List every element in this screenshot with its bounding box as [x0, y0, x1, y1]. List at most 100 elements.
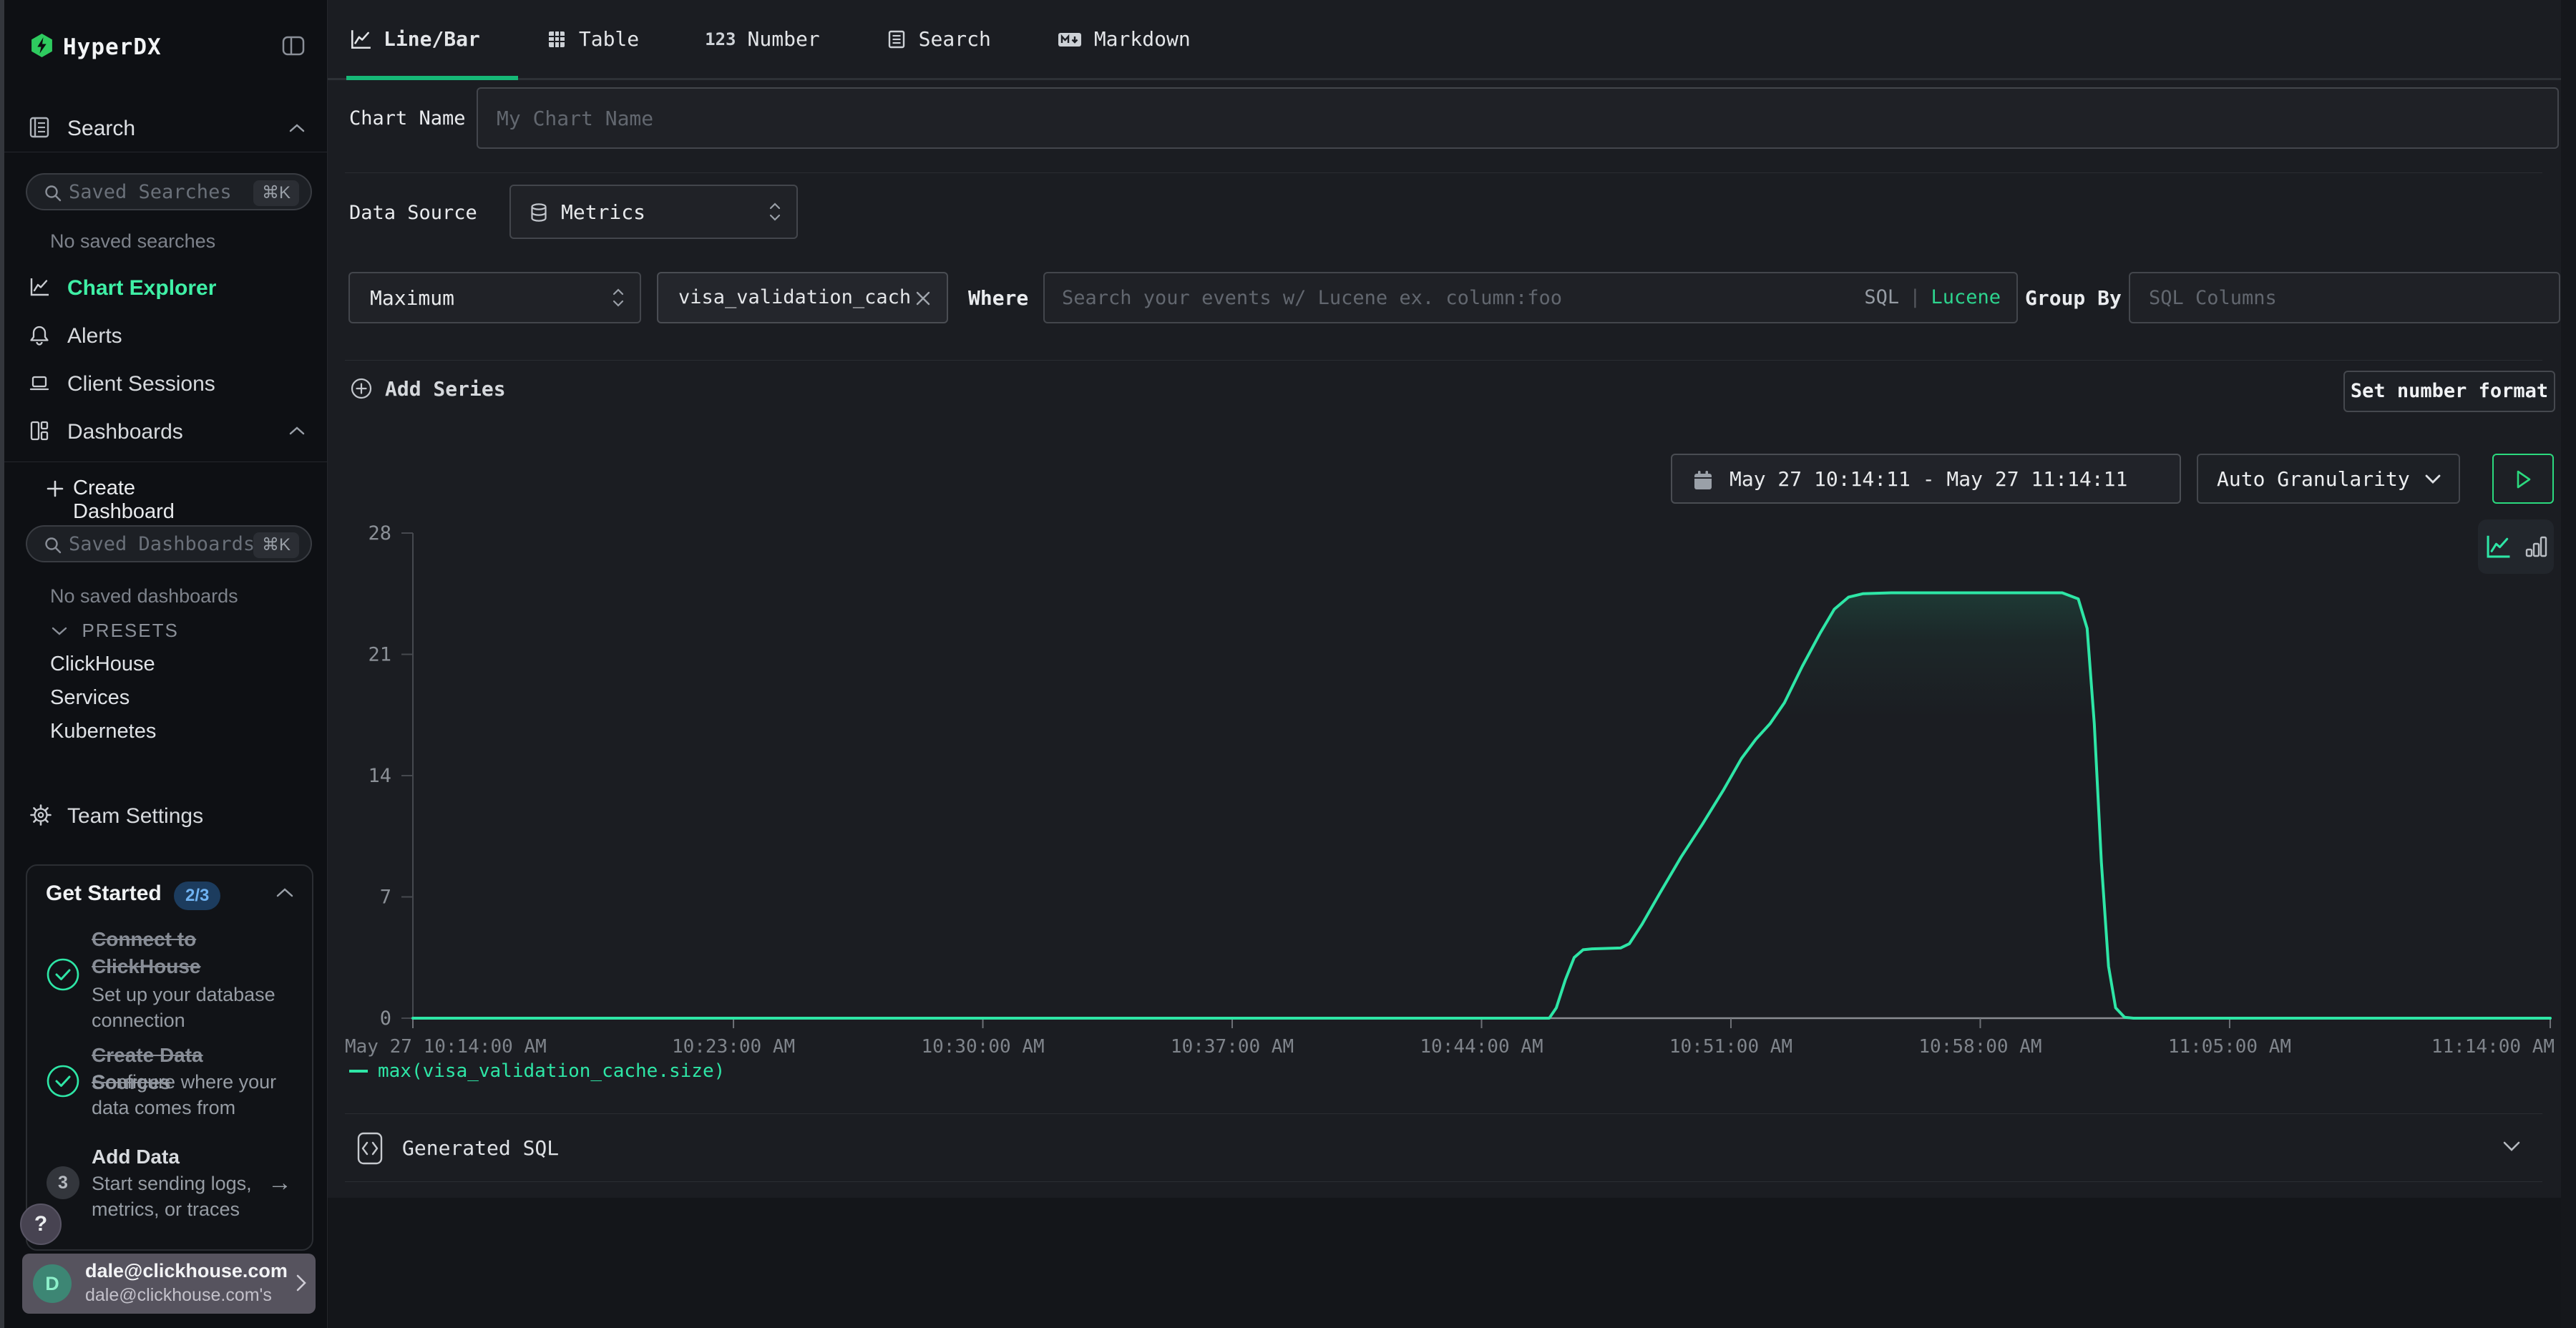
tab-markdown[interactable]: Markdown [1057, 27, 1191, 51]
plus-icon [46, 479, 64, 498]
chevron-up-icon [289, 123, 305, 133]
sidebar-item-label: Client Sessions [67, 372, 215, 396]
code-icon [356, 1132, 384, 1165]
divider [345, 1113, 2542, 1114]
saved-searches-search[interactable]: ⌘K [26, 173, 312, 210]
chart-name-label: Chart Name [349, 107, 466, 130]
main-content: Line/Bar Table 123 Number Search [328, 0, 2561, 1328]
data-source-label: Data Source [349, 202, 477, 224]
no-saved-dashboards-note: No saved dashboards [50, 585, 238, 607]
sidebar-item-alerts[interactable]: Alerts [4, 320, 332, 354]
preset-kubernetes[interactable]: Kubernetes [50, 720, 279, 753]
bell-icon [29, 324, 50, 346]
add-series-button[interactable]: Add Series [349, 376, 506, 401]
sidebar-item-team-settings[interactable]: Team Settings [4, 800, 332, 834]
divider [345, 1181, 2542, 1182]
tab-label: Markdown [1094, 27, 1191, 51]
tab-label: Number [748, 27, 820, 51]
chevron-down-icon [52, 626, 67, 636]
presets-toggle[interactable]: PRESETS [52, 620, 179, 642]
date-range-picker[interactable]: May 27 10:14:11 - May 27 11:14:11 [1671, 454, 2181, 504]
generated-sql-toggle[interactable]: Generated SQL [328, 1118, 2561, 1181]
tab-label: Search [919, 27, 991, 51]
granularity-select[interactable]: Auto Granularity [2197, 454, 2460, 504]
laptop-icon [29, 372, 50, 394]
close-icon[interactable] [914, 289, 932, 308]
page-scroll-gutter[interactable] [2561, 0, 2576, 1328]
saved-dashboards-input[interactable] [69, 529, 255, 558]
search-icon [43, 535, 63, 555]
legend-label: max(visa_validation_cache.size) [378, 1060, 725, 1082]
generated-sql-label: Generated SQL [402, 1136, 559, 1160]
tab-number[interactable]: 123 Number [705, 27, 820, 51]
tab-search[interactable]: Search [886, 27, 991, 51]
sidebar-item-label: Chart Explorer [67, 276, 216, 301]
get-started-panel: Get Started 2/3 Connect to ClickHouse Se… [26, 864, 313, 1251]
line-chart-toggle-icon[interactable] [2484, 533, 2512, 560]
saved-searches-input[interactable] [69, 177, 255, 206]
sidebar-item-label: Dashboards [67, 420, 183, 444]
sidebar-item-chart-explorer[interactable]: Chart Explorer [4, 272, 332, 306]
sidebar-item-client-sessions[interactable]: Client Sessions [4, 368, 332, 402]
user-subtitle: dale@clickhouse.com's [85, 1285, 272, 1306]
group-by-input[interactable] [2129, 272, 2560, 323]
journal-icon [29, 116, 50, 139]
data-source-select[interactable]: Metrics [509, 185, 798, 239]
sidebar-item-label: Alerts [67, 324, 122, 348]
get-started-item-title[interactable]: Connect to ClickHouse [92, 926, 270, 980]
chart-display-toggle [2478, 519, 2554, 574]
sidebar-item-dashboards[interactable]: Dashboards [4, 416, 332, 450]
gear-icon [30, 804, 52, 826]
no-saved-searches-note: No saved searches [50, 230, 215, 253]
chevron-right-icon [296, 1274, 307, 1292]
aggregation-value: Maximum [370, 286, 454, 310]
chart-name-input[interactable] [477, 87, 2559, 149]
calendar-icon [1692, 469, 1714, 492]
collapse-sidebar-icon[interactable] [282, 36, 305, 56]
bar-chart-toggle-icon[interactable] [2524, 534, 2547, 559]
preset-services[interactable]: Services [50, 686, 279, 719]
preset-clickhouse[interactable]: ClickHouse [50, 653, 279, 685]
search-section-label: Search [67, 117, 135, 141]
sql-toggle[interactable]: SQL [1864, 286, 1899, 308]
tab-label: Line/Bar [384, 27, 480, 51]
saved-dashboards-search[interactable]: ⌘K [26, 525, 312, 562]
tab-table[interactable]: Table [546, 27, 639, 51]
where-input[interactable] [1062, 278, 1835, 318]
divider [345, 360, 2542, 361]
add-series-label: Add Series [385, 377, 506, 401]
tab-line-bar[interactable]: Line/Bar [349, 27, 480, 51]
table-icon [546, 29, 567, 50]
avatar: D [33, 1264, 72, 1303]
get-started-progress-badge: 2/3 [174, 882, 220, 910]
arrow-right-icon[interactable]: → [268, 1169, 292, 1197]
aggregation-select[interactable]: Maximum [348, 272, 641, 323]
line-chart-icon [349, 28, 372, 51]
bottom-panel [328, 1198, 2561, 1328]
select-chevrons-icon [613, 288, 624, 308]
lucene-toggle[interactable]: Lucene [1931, 286, 2001, 308]
chart-type-tabbar: Line/Bar Table 123 Number Search [328, 0, 2561, 80]
get-started-item-desc: Configure where your data comes from [92, 1069, 285, 1120]
database-icon [528, 202, 550, 225]
plus-circle-icon [349, 376, 374, 401]
user-menu[interactable]: D dale@clickhouse.com dale@clickhouse.co… [22, 1254, 316, 1314]
sidebar-section-search[interactable]: Search [4, 113, 332, 145]
help-button[interactable]: ? [20, 1204, 62, 1245]
chevron-up-icon[interactable] [276, 887, 293, 898]
presets-label: PRESETS [82, 620, 178, 642]
metric-tag[interactable]: visa_validation_cach [657, 272, 948, 323]
chart-legend[interactable]: max(visa_validation_cache.size) [349, 1060, 725, 1082]
run-query-button[interactable] [2492, 454, 2554, 504]
query-language-toggle: SQL|Lucene [1864, 286, 2001, 308]
shortcut-badge: ⌘K [253, 180, 299, 206]
tab-label: Table [579, 27, 639, 51]
team-settings-label: Team Settings [67, 804, 203, 829]
set-number-format-button[interactable]: Set number format [2343, 371, 2555, 412]
group-by-label: Group By [2025, 286, 2122, 310]
sidebar: HyperDX Search ⌘K No saved searches [0, 0, 328, 1328]
get-started-item-title[interactable]: Add Data [92, 1143, 270, 1171]
where-label: Where [968, 286, 1028, 310]
user-email: dale@clickhouse.com [85, 1260, 288, 1282]
date-range-value: May 27 10:14:11 - May 27 11:14:11 [1729, 467, 2127, 491]
